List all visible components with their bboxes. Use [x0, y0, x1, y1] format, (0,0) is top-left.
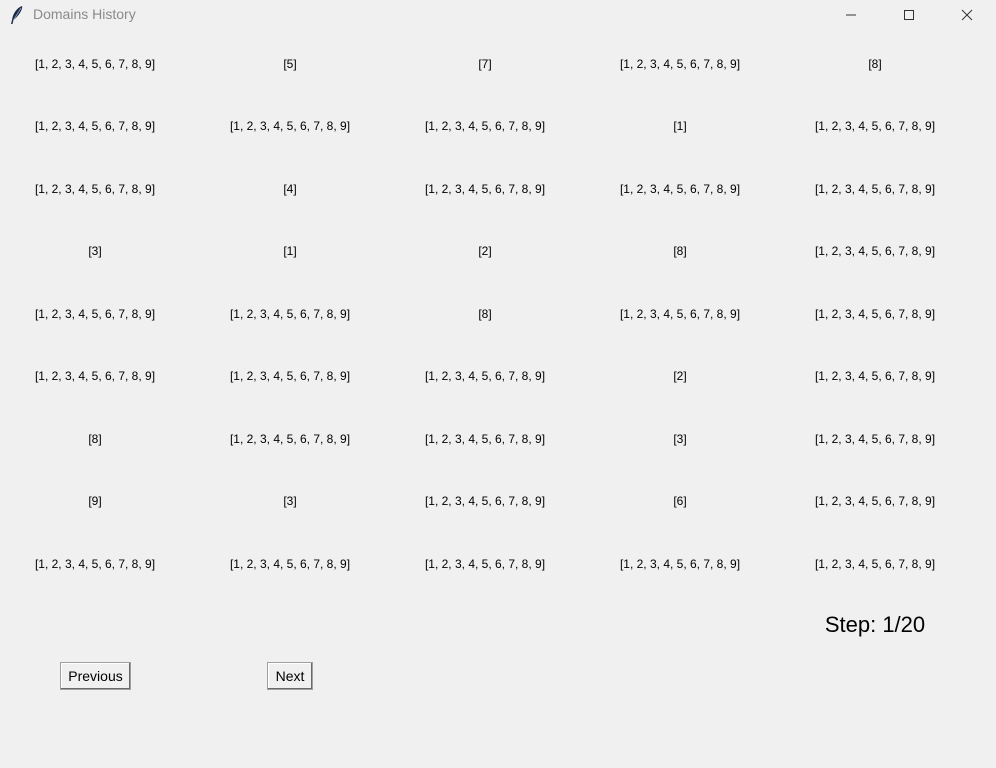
domain-cell: [1, 2, 3, 4, 5, 6, 7, 8, 9]	[229, 307, 351, 321]
domain-cell: [1, 2, 3, 4, 5, 6, 7, 8, 9]	[34, 369, 156, 383]
domain-cell: [9]	[88, 494, 102, 508]
domain-cell: [1, 2, 3, 4, 5, 6, 7, 8, 9]	[34, 557, 156, 571]
maximize-button[interactable]	[880, 0, 938, 30]
domain-cell: [2]	[478, 244, 492, 258]
domain-cell: [1, 2, 3, 4, 5, 6, 7, 8, 9]	[814, 369, 936, 383]
domain-cell: [1, 2, 3, 4, 5, 6, 7, 8, 9]	[814, 119, 936, 133]
domain-cell: [1, 2, 3, 4, 5, 6, 7, 8, 9]	[34, 119, 156, 133]
next-button[interactable]: Next	[267, 662, 313, 690]
domain-cell: [1, 2, 3, 4, 5, 6, 7, 8, 9]	[424, 119, 546, 133]
domain-cell: [1, 2, 3, 4, 5, 6, 7, 8, 9]	[814, 432, 936, 446]
domain-cell: [1, 2, 3, 4, 5, 6, 7, 8, 9]	[229, 557, 351, 571]
step-indicator: Step: 1/20	[824, 612, 926, 637]
window-title: Domains History	[33, 6, 136, 22]
minimize-button[interactable]	[822, 0, 880, 30]
domain-cell: [6]	[673, 494, 687, 508]
close-icon	[961, 9, 973, 21]
maximize-icon	[904, 10, 914, 20]
domain-cell: [8]	[868, 57, 882, 71]
domain-cell: [1, 2, 3, 4, 5, 6, 7, 8, 9]	[619, 307, 741, 321]
previous-button[interactable]: Previous	[60, 662, 131, 690]
domain-cell: [1, 2, 3, 4, 5, 6, 7, 8, 9]	[424, 557, 546, 571]
domain-cell: [3]	[283, 494, 297, 508]
domain-cell: [1, 2, 3, 4, 5, 6, 7, 8, 9]	[229, 369, 351, 383]
domain-cell: [2]	[673, 369, 687, 383]
domain-cell: [5]	[283, 57, 297, 71]
domain-cell: [1, 2, 3, 4, 5, 6, 7, 8, 9]	[229, 119, 351, 133]
domain-cell: [1, 2, 3, 4, 5, 6, 7, 8, 9]	[424, 494, 546, 508]
domain-cell: [1, 2, 3, 4, 5, 6, 7, 8, 9]	[814, 494, 936, 508]
domain-cell: [1, 2, 3, 4, 5, 6, 7, 8, 9]	[814, 557, 936, 571]
domain-cell: [8]	[478, 307, 492, 321]
domain-cell: [1, 2, 3, 4, 5, 6, 7, 8, 9]	[229, 432, 351, 446]
domain-cell: [1, 2, 3, 4, 5, 6, 7, 8, 9]	[814, 244, 936, 258]
close-button[interactable]	[938, 0, 996, 30]
domain-cell: [1, 2, 3, 4, 5, 6, 7, 8, 9]	[619, 182, 741, 196]
domain-cell: [1]	[673, 119, 687, 133]
domain-cell: [1]	[283, 244, 297, 258]
domain-cell: [1, 2, 3, 4, 5, 6, 7, 8, 9]	[619, 557, 741, 571]
domain-cell: [1, 2, 3, 4, 5, 6, 7, 8, 9]	[814, 182, 936, 196]
domain-cell: [7]	[478, 57, 492, 71]
domain-cell: [8]	[88, 432, 102, 446]
domain-cell: [1, 2, 3, 4, 5, 6, 7, 8, 9]	[34, 182, 156, 196]
domain-cell: [1, 2, 3, 4, 5, 6, 7, 8, 9]	[34, 57, 156, 71]
domain-cell: [8]	[673, 244, 687, 258]
domain-cell: [1, 2, 3, 4, 5, 6, 7, 8, 9]	[814, 307, 936, 321]
domain-cell: [1, 2, 3, 4, 5, 6, 7, 8, 9]	[424, 432, 546, 446]
app-window: Domains History [1, 2, 3, 4, 5, 6, 7, 8,…	[0, 0, 996, 768]
feather-icon	[10, 5, 24, 25]
domain-cell: [3]	[673, 432, 687, 446]
domain-cell: [1, 2, 3, 4, 5, 6, 7, 8, 9]	[424, 369, 546, 383]
domain-cell: [4]	[283, 182, 297, 196]
domain-cell: [3]	[88, 244, 102, 258]
domain-cell: [1, 2, 3, 4, 5, 6, 7, 8, 9]	[619, 57, 741, 71]
minimize-icon	[846, 14, 856, 16]
domain-cell: [1, 2, 3, 4, 5, 6, 7, 8, 9]	[424, 182, 546, 196]
domain-cell: [1, 2, 3, 4, 5, 6, 7, 8, 9]	[34, 307, 156, 321]
title-bar[interactable]: Domains History	[0, 0, 996, 30]
